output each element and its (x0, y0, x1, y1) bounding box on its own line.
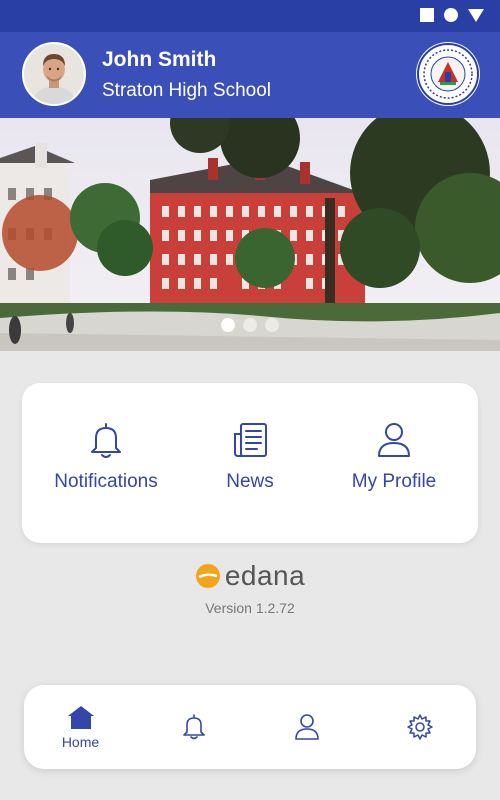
home-icon (67, 706, 94, 729)
status-bar (0, 0, 500, 32)
carousel-dot[interactable] (221, 318, 235, 332)
square-icon (420, 8, 434, 22)
school-seal-logo (416, 42, 480, 106)
nav-settings[interactable] (363, 685, 476, 769)
my-profile-button[interactable]: My Profile (318, 421, 470, 493)
bell-icon (91, 423, 121, 458)
avatar[interactable] (22, 42, 86, 106)
app-header: John Smith Straton High School (0, 32, 500, 118)
campus-banner-image[interactable] (0, 118, 500, 351)
carousel-dot[interactable] (265, 318, 279, 332)
news-icon (234, 423, 267, 457)
nav-home[interactable]: Home (24, 685, 137, 769)
bottom-navigation: Home (24, 685, 476, 769)
circle-icon (444, 8, 458, 22)
carousel-dot[interactable] (243, 318, 257, 332)
news-button[interactable]: News (174, 421, 326, 493)
settings-gear-icon (406, 714, 433, 740)
user-name: John Smith (102, 48, 217, 71)
notifications-label: Notifications (54, 471, 158, 492)
profile-icon (378, 423, 410, 457)
profile-icon (294, 714, 319, 740)
triangle-icon (468, 8, 484, 22)
nav-profile[interactable] (250, 685, 363, 769)
edana-logo-icon (195, 564, 220, 588)
brand-name: edana (224, 560, 306, 591)
bell-icon (182, 714, 205, 740)
news-label: News (226, 471, 274, 492)
nav-notifications[interactable] (137, 685, 250, 769)
my-profile-label: My Profile (351, 471, 437, 492)
app-version: Version 1.2.72 (205, 600, 295, 616)
quick-actions-card: Notifications News My Profile (22, 383, 478, 543)
school-name: Straton High School (102, 80, 271, 101)
nav-home-label: Home (61, 734, 100, 750)
carousel-indicator (0, 318, 500, 332)
brand-footer: edana Version 1.2.72 (0, 560, 500, 616)
notifications-button[interactable]: Notifications (30, 421, 182, 493)
